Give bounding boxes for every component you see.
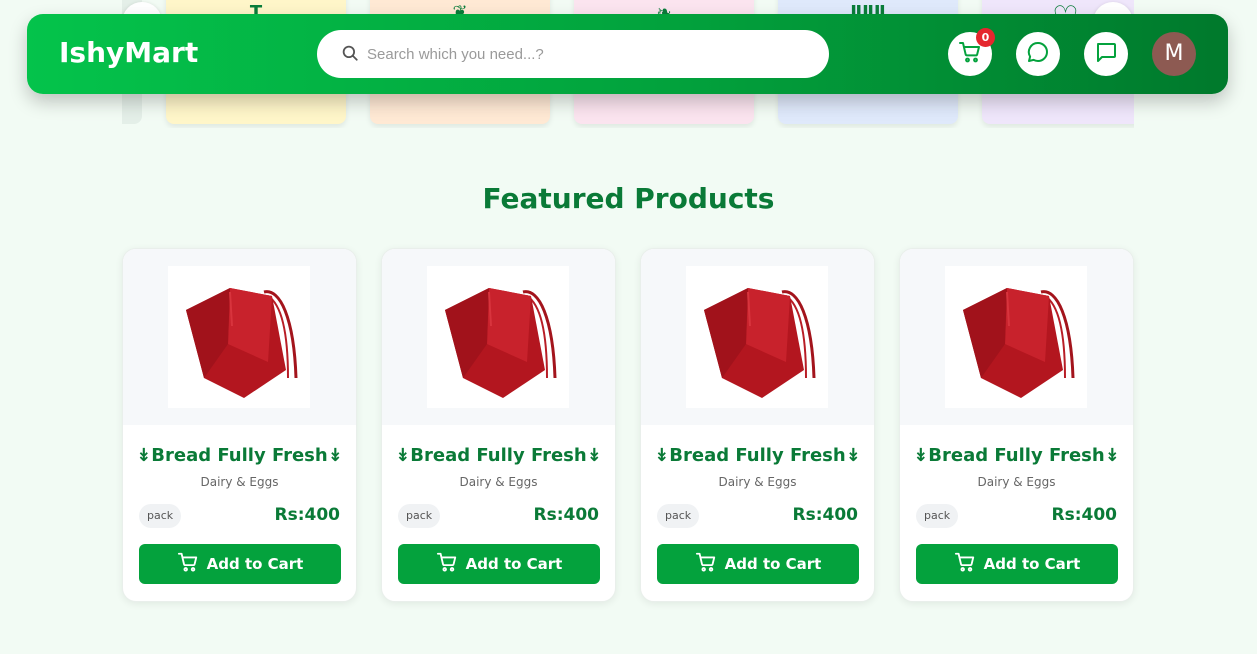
cart-icon: [436, 551, 458, 577]
product-category: Dairy & Eggs: [977, 475, 1056, 489]
product-grid: ↡Bread Fully Fresh↡ Dairy & Eggs pack Rs…: [122, 248, 1134, 602]
message-square-icon: [1094, 40, 1118, 68]
product-image-area: [900, 249, 1133, 425]
product-card[interactable]: ↡Bread Fully Fresh↡ Dairy & Eggs pack Rs…: [122, 248, 357, 602]
section-title: Featured Products: [482, 182, 775, 215]
product-image-area: [123, 249, 356, 425]
search-bar[interactable]: [317, 30, 829, 78]
product-price: Rs:400: [1051, 505, 1118, 525]
chat-button[interactable]: [1016, 32, 1060, 76]
product-unit-badge: pack: [916, 504, 959, 528]
product-price: Rs:400: [274, 505, 341, 525]
avatar[interactable]: M: [1152, 32, 1196, 76]
chat-bubble-icon: [1026, 40, 1050, 68]
add-to-cart-label: Add to Cart: [983, 555, 1081, 573]
cart-button[interactable]: 0: [948, 28, 995, 76]
product-card[interactable]: ↡Bread Fully Fresh↡ Dairy & Eggs pack Rs…: [640, 248, 875, 602]
add-to-cart-label: Add to Cart: [465, 555, 563, 573]
product-category: Dairy & Eggs: [459, 475, 538, 489]
product-unit-badge: pack: [139, 504, 182, 528]
product-unit-badge: pack: [398, 504, 441, 528]
cart-icon: [177, 551, 199, 577]
top-header: IshyMart 0 M: [27, 14, 1228, 94]
product-category: Dairy & Eggs: [200, 475, 279, 489]
product-image[interactable]: [427, 266, 569, 408]
product-price: Rs:400: [533, 505, 600, 525]
add-to-cart-button[interactable]: Add to Cart: [139, 544, 341, 584]
messages-button[interactable]: [1084, 32, 1128, 76]
add-to-cart-label: Add to Cart: [206, 555, 304, 573]
product-unit-badge: pack: [657, 504, 700, 528]
product-name[interactable]: ↡Bread Fully Fresh↡: [382, 445, 615, 466]
product-image-area: [382, 249, 615, 425]
product-name[interactable]: ↡Bread Fully Fresh↡: [123, 445, 356, 466]
add-to-cart-button[interactable]: Add to Cart: [916, 544, 1118, 584]
search-icon: [341, 44, 359, 66]
product-card[interactable]: ↡Bread Fully Fresh↡ Dairy & Eggs pack Rs…: [381, 248, 616, 602]
logo[interactable]: IshyMart: [59, 36, 198, 69]
product-card[interactable]: ↡Bread Fully Fresh↡ Dairy & Eggs pack Rs…: [899, 248, 1134, 602]
product-category: Dairy & Eggs: [718, 475, 797, 489]
product-name[interactable]: ↡Bread Fully Fresh↡: [641, 445, 874, 466]
product-price: Rs:400: [792, 505, 859, 525]
product-image[interactable]: [686, 266, 828, 408]
cart-icon: [954, 551, 976, 577]
add-to-cart-label: Add to Cart: [724, 555, 822, 573]
product-image-area: [641, 249, 874, 425]
search-input[interactable]: [367, 42, 807, 66]
product-image[interactable]: [168, 266, 310, 408]
add-to-cart-button[interactable]: Add to Cart: [657, 544, 859, 584]
cart-count-badge: 0: [976, 28, 995, 47]
add-to-cart-button[interactable]: Add to Cart: [398, 544, 600, 584]
product-image[interactable]: [945, 266, 1087, 408]
product-name[interactable]: ↡Bread Fully Fresh↡: [900, 445, 1133, 466]
cart-icon: [695, 551, 717, 577]
